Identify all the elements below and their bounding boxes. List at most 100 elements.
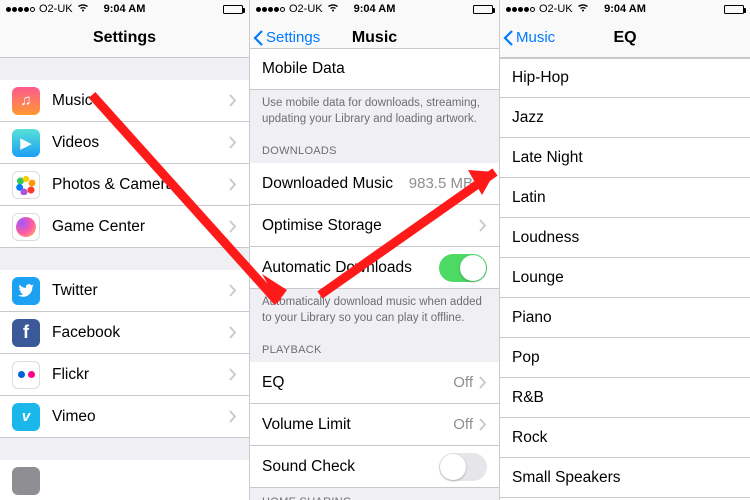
row-label: Photos & Camera: [52, 176, 229, 194]
back-label: Settings: [266, 29, 320, 46]
row-label: Jazz: [512, 109, 738, 127]
downloaded-music-row[interactable]: Downloaded Music 983.5 MB: [250, 163, 499, 205]
eq-option-row[interactable]: Late Night: [500, 138, 750, 178]
status-bar: O2-UK 9:04 AM: [0, 0, 249, 18]
row-value: Off: [453, 374, 473, 391]
status-bar: O2-UK 9:04 AM: [500, 0, 750, 18]
row-label: Mobile Data: [262, 60, 487, 78]
back-label: Music: [516, 29, 555, 46]
row-label: Small Speakers: [512, 469, 738, 487]
carrier-label: O2-UK: [539, 3, 573, 15]
settings-row-twitter[interactable]: Twitter: [0, 270, 249, 312]
eq-option-row[interactable]: Latin: [500, 178, 750, 218]
navbar: Music EQ: [500, 18, 750, 58]
settings-row-flickr[interactable]: Flickr: [0, 354, 249, 396]
row-label: Automatic Downloads: [262, 259, 439, 277]
mobile-data-row[interactable]: Mobile Data: [250, 48, 499, 90]
photos-icon: [12, 171, 40, 199]
settings-row-facebook[interactable]: f Facebook: [0, 312, 249, 354]
chevron-right-icon: [229, 410, 237, 423]
row-label: Loudness: [512, 229, 738, 247]
eq-option-row[interactable]: Small Speakers: [500, 458, 750, 498]
battery-icon: [724, 5, 744, 14]
sound-check-row[interactable]: Sound Check: [250, 446, 499, 488]
eq-option-row[interactable]: Loudness: [500, 218, 750, 258]
chevron-right-icon: [479, 418, 487, 431]
row-label: Latin: [512, 189, 738, 207]
chevron-right-icon: [479, 219, 487, 232]
wifi-icon: [77, 3, 89, 15]
wifi-icon: [577, 3, 589, 15]
chevron-right-icon: [229, 368, 237, 381]
row-label: Downloaded Music: [262, 175, 409, 193]
chevron-right-icon: [229, 136, 237, 149]
downloads-header: DOWNLOADS: [250, 137, 499, 163]
chevron-right-icon: [229, 326, 237, 339]
eq-option-row[interactable]: Rock: [500, 418, 750, 458]
settings-row-game-center[interactable]: Game Center: [0, 206, 249, 248]
optimise-storage-row[interactable]: Optimise Storage: [250, 205, 499, 247]
eq-option-row[interactable]: Hip-Hop: [500, 58, 750, 98]
status-bar: O2-UK 9:04 AM: [250, 0, 499, 18]
app-icon: [12, 467, 40, 495]
home-sharing-header: HOME SHARING: [250, 488, 499, 500]
chevron-right-icon: [229, 178, 237, 191]
eq-option-row[interactable]: Jazz: [500, 98, 750, 138]
twitter-icon: [12, 277, 40, 305]
row-label: Twitter: [52, 282, 229, 300]
signal-dots-icon: [256, 7, 285, 12]
row-label: Volume Limit: [262, 416, 453, 434]
chevron-right-icon: [229, 94, 237, 107]
row-label: Rock: [512, 429, 738, 447]
auto-download-footer: Automatically download music when added …: [250, 289, 499, 336]
eq-row[interactable]: EQ Off: [250, 362, 499, 404]
signal-dots-icon: [506, 7, 535, 12]
videos-icon: ▶: [12, 129, 40, 157]
sound-check-toggle[interactable]: [439, 453, 487, 481]
automatic-downloads-row[interactable]: Automatic Downloads: [250, 247, 499, 289]
game-center-icon: [12, 213, 40, 241]
settings-screen: O2-UK 9:04 AM Settings ♫ Music ▶ Videos: [0, 0, 250, 500]
signal-dots-icon: [6, 7, 35, 12]
eq-option-row[interactable]: R&B: [500, 378, 750, 418]
vimeo-icon: v: [12, 403, 40, 431]
row-value: Off: [453, 416, 473, 433]
eq-option-row[interactable]: Piano: [500, 298, 750, 338]
settings-row-music[interactable]: ♫ Music: [0, 80, 249, 122]
row-label: Optimise Storage: [262, 217, 479, 235]
music-settings-screen: O2-UK 9:04 AM Settings Music Mobile Data…: [250, 0, 500, 500]
row-label: Hip-Hop: [512, 69, 738, 87]
status-time: 9:04 AM: [354, 3, 396, 15]
page-title: Settings: [0, 29, 249, 47]
chevron-right-icon: [229, 284, 237, 297]
chevron-left-icon: [252, 29, 266, 47]
row-label: Facebook: [52, 324, 229, 342]
row-label: Vimeo: [52, 408, 229, 426]
status-time: 9:04 AM: [604, 3, 646, 15]
navbar: Settings: [0, 18, 249, 58]
playback-header: PLAYBACK: [250, 336, 499, 362]
eq-screen: O2-UK 9:04 AM Music EQ Hip-Hop Jazz Late N…: [500, 0, 750, 500]
battery-icon: [473, 5, 493, 14]
row-label: Piano: [512, 309, 738, 327]
row-label: EQ: [262, 374, 453, 392]
eq-option-row[interactable]: Lounge: [500, 258, 750, 298]
row-label: Late Night: [512, 149, 738, 167]
settings-row-vimeo[interactable]: v Vimeo: [0, 396, 249, 438]
settings-row-photos-camera[interactable]: Photos & Camera: [0, 164, 249, 206]
back-button[interactable]: Settings: [250, 29, 320, 47]
row-value: 983.5 MB: [409, 175, 473, 192]
flickr-icon: [12, 361, 40, 389]
status-time: 9:04 AM: [104, 3, 146, 15]
row-label: Flickr: [52, 366, 229, 384]
row-label: Videos: [52, 134, 229, 152]
eq-option-row[interactable]: Pop: [500, 338, 750, 378]
chevron-right-icon: [479, 177, 487, 190]
volume-limit-row[interactable]: Volume Limit Off: [250, 404, 499, 446]
back-button[interactable]: Music: [500, 29, 555, 47]
automatic-downloads-toggle[interactable]: [439, 254, 487, 282]
mobile-data-footer: Use mobile data for downloads, streaming…: [250, 90, 499, 137]
battery-icon: [223, 5, 243, 14]
settings-row-generic[interactable]: [0, 460, 249, 500]
settings-row-videos[interactable]: ▶ Videos: [0, 122, 249, 164]
